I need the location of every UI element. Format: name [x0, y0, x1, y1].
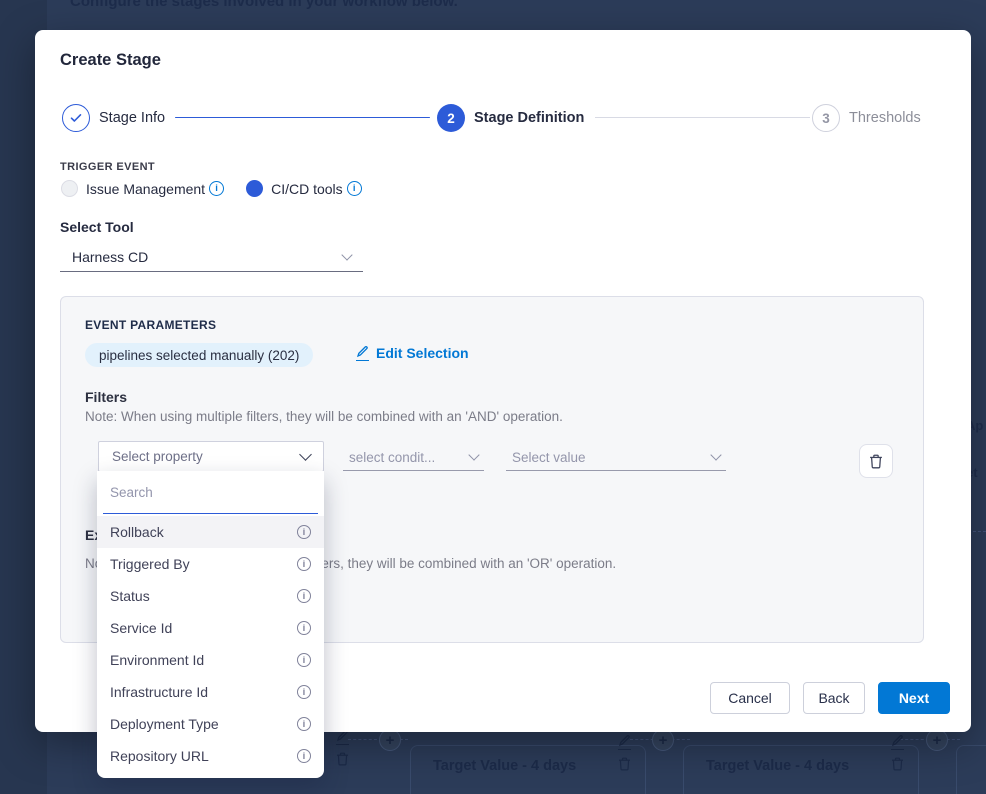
dropdown-item-repository-url[interactable]: Repository URL — [97, 740, 324, 772]
step2-label[interactable]: Stage Definition — [474, 104, 584, 132]
trash-icon — [336, 752, 349, 766]
check-icon — [70, 113, 82, 123]
dropdown-item-infrastructure-id[interactable]: Infrastructure Id — [97, 676, 324, 708]
dropdown-item-triggered-by[interactable]: Triggered By — [97, 548, 324, 580]
dropdown-item-status[interactable]: Status — [97, 580, 324, 612]
value-select[interactable]: Select value — [506, 444, 726, 471]
step-connector — [595, 117, 810, 118]
edit-icon — [618, 734, 631, 750]
step1-label[interactable]: Stage Info — [99, 104, 165, 132]
info-icon[interactable] — [297, 685, 311, 699]
selection-pill: pipelines selected manually (202) — [85, 343, 313, 367]
chevron-down-icon — [299, 448, 312, 461]
trash-icon — [618, 757, 631, 771]
edit-selection-label: Edit Selection — [376, 345, 469, 361]
radio-label: Issue Management — [86, 181, 205, 197]
condition-select-placeholder: select condit... — [349, 450, 470, 465]
chevron-down-icon — [468, 449, 479, 460]
dropdown-item-service-id[interactable]: Service Id — [97, 612, 324, 644]
add-stage-button — [926, 729, 948, 751]
info-icon[interactable] — [297, 525, 311, 539]
modal-footer: Cancel Back Next — [710, 682, 950, 714]
info-icon[interactable] — [297, 749, 311, 763]
trash-icon — [869, 454, 883, 469]
target-value-card — [956, 745, 986, 794]
value-select-placeholder: Select value — [512, 450, 712, 465]
info-icon[interactable] — [297, 653, 311, 667]
screen: Configure the stages involved in your wo… — [0, 0, 986, 794]
radio-cicd-tools[interactable] — [246, 180, 263, 197]
radio-label: CI/CD tools — [271, 181, 343, 197]
filters-heading: Filters — [85, 389, 127, 405]
target-value-label: Target Value - 4 days — [706, 758, 849, 774]
target-value-card: Target Value - 4 days — [683, 745, 919, 794]
step3-number-circle[interactable]: 3 — [812, 104, 840, 132]
page-subtitle: Configure the stages involved in your wo… — [70, 0, 458, 10]
info-icon[interactable] — [209, 181, 224, 196]
property-select-placeholder: Select property — [112, 449, 301, 464]
event-parameters-heading: EVENT PARAMETERS — [85, 318, 216, 332]
delete-filter-button[interactable] — [859, 444, 893, 478]
info-icon[interactable] — [347, 181, 362, 196]
select-tool-label: Select Tool — [60, 219, 134, 235]
search-input[interactable] — [103, 471, 318, 514]
chevron-down-icon — [710, 449, 721, 460]
info-icon[interactable] — [297, 621, 311, 635]
target-value-card: Target Value - 4 days — [410, 745, 646, 794]
cancel-button[interactable]: Cancel — [710, 682, 790, 714]
target-value-label: Target Value - 4 days — [433, 758, 576, 774]
info-icon[interactable] — [297, 717, 311, 731]
next-button[interactable]: Next — [878, 682, 950, 714]
chevron-down-icon — [341, 249, 352, 260]
dropdown-item-environment-id[interactable]: Environment Id — [97, 644, 324, 676]
trigger-event-label: TRIGGER EVENT — [60, 161, 155, 173]
step3-label[interactable]: Thresholds — [849, 104, 921, 132]
info-icon[interactable] — [297, 557, 311, 571]
trigger-event-options: Issue Management CI/CD tools — [61, 180, 362, 197]
add-stage-button — [652, 729, 674, 751]
filters-note: Note: When using multiple filters, they … — [85, 409, 563, 424]
property-select[interactable]: Select property — [98, 441, 324, 472]
step1-check-circle[interactable] — [62, 104, 90, 132]
back-button[interactable]: Back — [803, 682, 865, 714]
property-dropdown: Rollback Triggered By Status Service Id … — [97, 471, 324, 778]
modal-title: Create Stage — [60, 51, 161, 70]
step-connector — [175, 117, 430, 118]
create-stage-modal: Create Stage Stage Info 2 Stage Definiti… — [35, 30, 971, 732]
step2-number-circle[interactable]: 2 — [437, 104, 465, 132]
dropdown-search — [97, 471, 324, 516]
condition-select[interactable]: select condit... — [343, 444, 484, 471]
radio-issue-management[interactable] — [61, 180, 78, 197]
info-icon[interactable] — [297, 589, 311, 603]
tool-select[interactable]: Harness CD — [60, 242, 363, 272]
add-stage-button — [379, 729, 401, 751]
dropdown-item-deployment-type[interactable]: Deployment Type — [97, 708, 324, 740]
trash-icon — [891, 757, 904, 771]
edit-icon — [891, 734, 904, 750]
dimmed-edit-delete-pair — [336, 729, 349, 766]
tool-select-value: Harness CD — [72, 249, 343, 265]
edit-icon — [356, 345, 369, 361]
dropdown-item-rollback[interactable]: Rollback — [97, 516, 324, 548]
edit-selection-link[interactable]: Edit Selection — [356, 345, 469, 361]
